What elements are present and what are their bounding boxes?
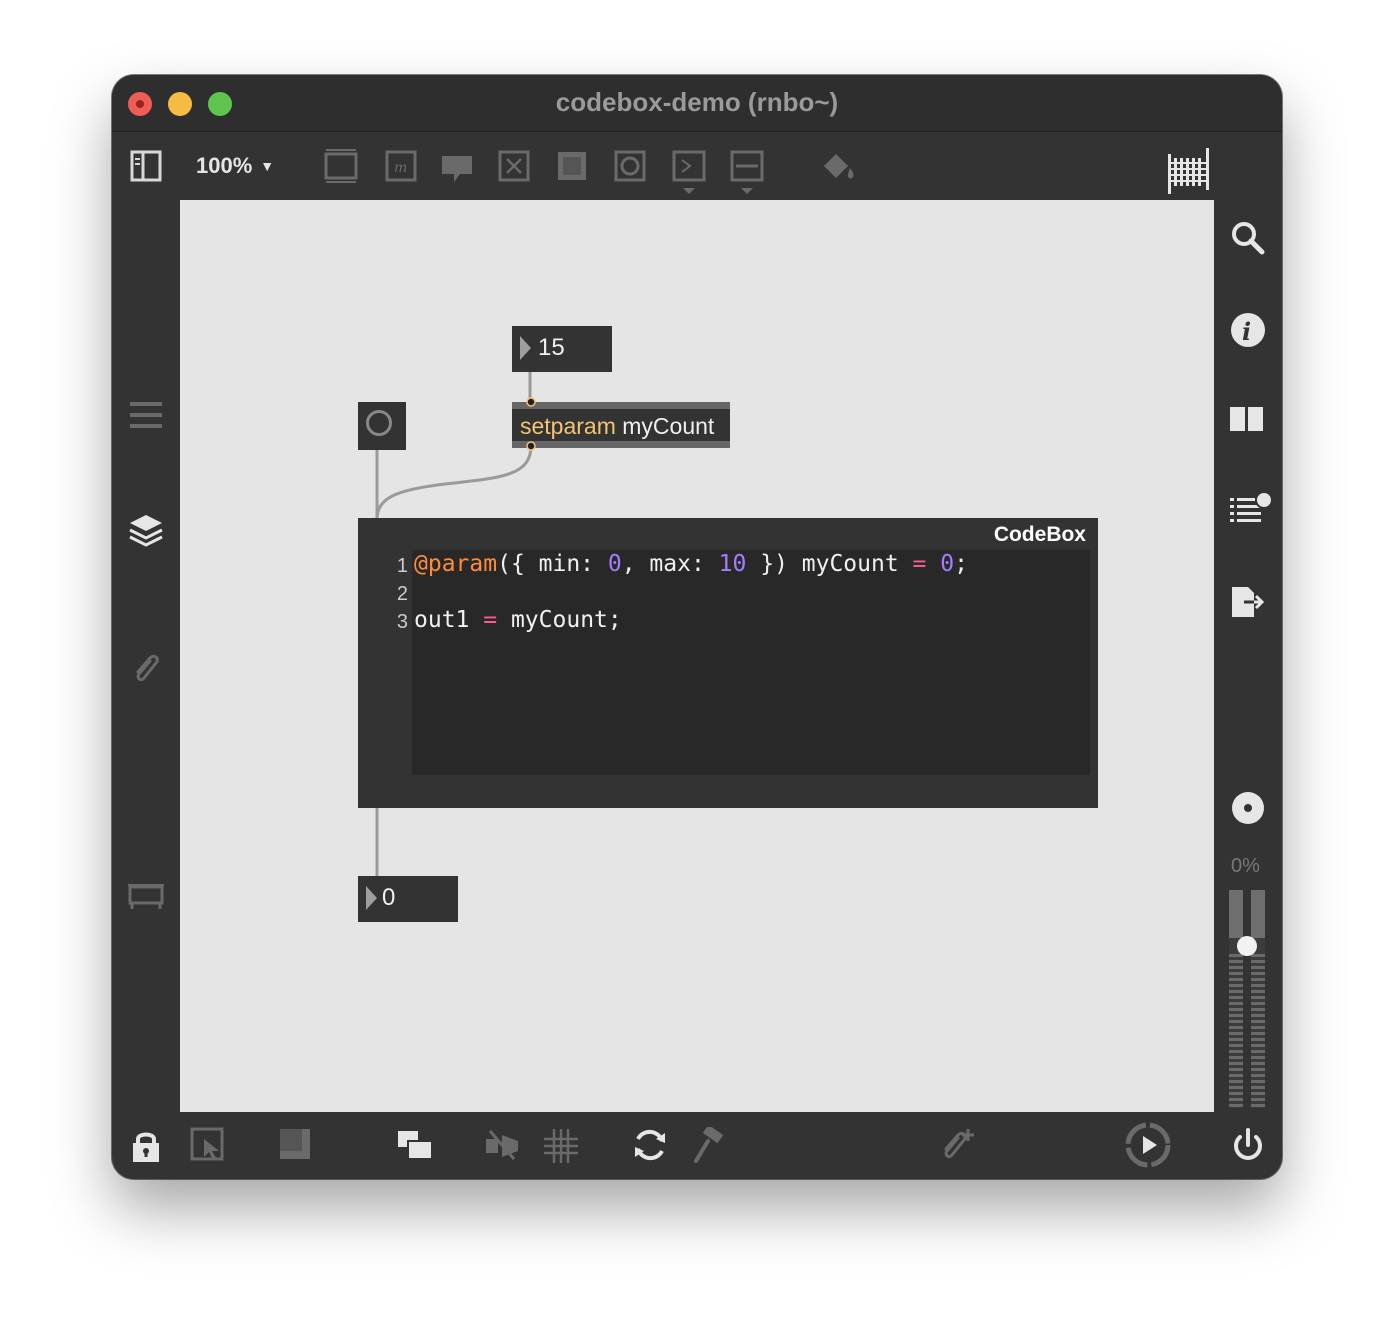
code-lines: @param({ min: 0, max: 10 }) myCount = 0;… bbox=[414, 550, 968, 634]
search-icon[interactable] bbox=[1230, 220, 1266, 256]
code-token: myCount; bbox=[497, 607, 622, 633]
grid-presentation-icon[interactable] bbox=[1168, 148, 1210, 194]
code-token: ({ min: bbox=[497, 551, 608, 577]
object-argument: myCount bbox=[622, 413, 715, 439]
bang-button[interactable] bbox=[358, 402, 406, 450]
new-toggle-icon[interactable] bbox=[556, 150, 588, 182]
patch-cord[interactable] bbox=[375, 445, 533, 521]
volume-slider[interactable] bbox=[1229, 890, 1267, 1110]
svg-text:i: i bbox=[1242, 317, 1251, 346]
patcher-canvas[interactable]: 15 setparam myCount CodeBox 1 2 3 @param… bbox=[180, 200, 1214, 1112]
bang-circle-icon bbox=[366, 410, 392, 436]
line-number: 3 bbox=[396, 611, 408, 633]
power-icon[interactable] bbox=[1230, 1127, 1266, 1163]
cpu-percent-label: 0% bbox=[1231, 855, 1260, 877]
export-icon[interactable] bbox=[1230, 585, 1266, 619]
new-number-icon[interactable] bbox=[672, 150, 706, 196]
setparam-object[interactable]: setparam myCount bbox=[512, 402, 730, 448]
toggle-left-sidebar-icon[interactable] bbox=[130, 150, 162, 182]
new-button-icon[interactable] bbox=[498, 150, 530, 182]
zoom-menu[interactable]: 100% ▼ bbox=[196, 153, 274, 179]
layers-icon[interactable] bbox=[128, 513, 164, 547]
presentation-icon[interactable] bbox=[128, 881, 164, 911]
code-token: = bbox=[912, 551, 927, 577]
window-back-icon[interactable] bbox=[278, 1127, 314, 1163]
window-title: codebox-demo (rnbo~) bbox=[555, 87, 839, 117]
new-comment-icon[interactable] bbox=[440, 154, 474, 184]
codebox-label: CodeBox bbox=[993, 523, 1086, 546]
title-bar: codebox-demo (rnbo~) bbox=[112, 75, 1282, 132]
grid-icon[interactable] bbox=[544, 1129, 578, 1163]
code-token: = bbox=[483, 607, 498, 633]
audio-on-off-icon[interactable] bbox=[1231, 791, 1265, 825]
paperclip-icon[interactable] bbox=[130, 652, 164, 686]
codebox-object[interactable]: CodeBox 1 2 3 @param({ min: 0, max: 10 }… bbox=[358, 518, 1098, 808]
number-box-value: 15 bbox=[538, 334, 565, 361]
patcher-window: codebox-demo (rnbo~) 100% ▼ m 15 setpara… bbox=[112, 75, 1282, 1179]
add-attachment-icon[interactable] bbox=[938, 1127, 976, 1163]
code-token: , max: bbox=[621, 551, 719, 577]
code-token: 10 bbox=[718, 551, 747, 577]
setparam-object-text: setparam myCount bbox=[520, 413, 714, 440]
code-token: ; bbox=[954, 551, 968, 577]
number-triangle-icon bbox=[520, 336, 531, 360]
line-number-gutter: 1 2 3 bbox=[390, 552, 408, 636]
inlet-icon[interactable] bbox=[523, 397, 539, 407]
paint-bucket-icon[interactable] bbox=[820, 150, 858, 182]
number-triangle-icon bbox=[366, 886, 377, 910]
code-token: out1 bbox=[414, 607, 484, 633]
new-bang-icon[interactable] bbox=[614, 150, 646, 182]
console-icon[interactable] bbox=[1228, 490, 1274, 530]
object-class-name: setparam bbox=[520, 413, 616, 439]
line-number: 2 bbox=[396, 583, 408, 605]
info-icon[interactable]: i bbox=[1230, 312, 1266, 348]
svg-text:m: m bbox=[394, 160, 407, 176]
mute-edit-icon[interactable] bbox=[484, 1129, 522, 1161]
code-token: }) myCount bbox=[746, 551, 913, 577]
number-box-input[interactable]: 15 bbox=[512, 326, 612, 372]
new-slider-icon[interactable] bbox=[730, 150, 764, 196]
new-object-icon[interactable] bbox=[324, 148, 358, 184]
code-line: @param({ min: 0, max: 10 }) myCount = 0; bbox=[414, 550, 968, 578]
outlet-icon[interactable] bbox=[523, 441, 539, 451]
play-icon[interactable] bbox=[1124, 1121, 1172, 1169]
chevron-down-icon: ▼ bbox=[260, 158, 275, 174]
code-token: 0 bbox=[607, 551, 622, 577]
presentation-mode-icon[interactable] bbox=[190, 1127, 226, 1163]
windows-stack-icon[interactable] bbox=[396, 1129, 434, 1161]
code-token: 0 bbox=[940, 551, 955, 577]
line-number: 1 bbox=[396, 555, 408, 577]
hammer-icon[interactable] bbox=[692, 1127, 724, 1163]
refresh-icon[interactable] bbox=[632, 1127, 668, 1163]
zoom-level: 100% bbox=[196, 153, 253, 178]
lock-icon[interactable] bbox=[132, 1129, 160, 1163]
new-message-icon[interactable]: m bbox=[383, 150, 417, 182]
code-line: out1 = myCount; bbox=[414, 606, 968, 634]
number-box-output[interactable]: 0 bbox=[358, 876, 458, 922]
number-box-value: 0 bbox=[382, 884, 396, 911]
code-token: @param bbox=[414, 551, 498, 577]
list-icon[interactable] bbox=[130, 400, 162, 430]
split-view-icon[interactable] bbox=[1230, 405, 1264, 433]
